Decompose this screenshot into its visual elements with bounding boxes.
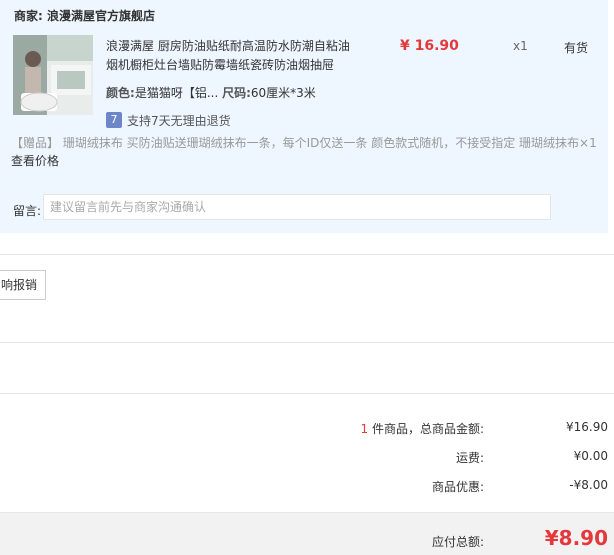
payable-amount: ¥8.90 <box>544 526 608 550</box>
size-value: 60厘米*3米 <box>250 86 316 100</box>
refund-badge-icon: 7 <box>106 112 122 128</box>
total-count-label: 1 件商品，总商品金额: <box>360 422 485 436</box>
item-count: 1 <box>360 422 369 436</box>
item-attributes: 颜色:是猫猫呀【铝... 尺码:60厘米*3米 <box>106 84 316 101</box>
size-label: 尺码: <box>222 86 251 100</box>
color-value: 是猫猫呀【铝... <box>134 86 219 100</box>
goods-total: ¥16.90 <box>566 420 608 434</box>
product-thumbnail[interactable] <box>13 35 93 115</box>
memo-input[interactable] <box>43 194 551 220</box>
discount-amount: -¥8.00 <box>569 478 608 492</box>
shipping-fee: ¥0.00 <box>573 449 608 463</box>
discount-label: 商品优惠: <box>431 480 484 494</box>
product-title[interactable]: 浪漫满屋 厨房防油贴纸耐高温防水防潮自粘油烟机橱柜灶台墙贴防霉墙纸瓷砖防油烟抽屉 <box>106 37 351 75</box>
divider <box>0 393 614 394</box>
store-name[interactable]: 商家: 浪漫满屋官方旗舰店 <box>14 7 155 24</box>
payment-bar <box>0 512 614 555</box>
gift-info: 【赠品】 珊瑚绒抹布 买防油贴送珊瑚绒抹布一条，每个ID仅送一条 颜色款式随机，… <box>11 136 597 168</box>
shipping-label: 运费: <box>455 451 484 465</box>
memo-label: 留言: <box>13 204 42 218</box>
color-label: 颜色: <box>106 86 135 100</box>
divider <box>0 342 614 343</box>
stock-status: 有货 <box>564 41 589 55</box>
payable-label: 应付总额: <box>431 535 484 549</box>
view-price-link[interactable]: 查看价格 <box>11 154 59 168</box>
refund-policy: 支持7天无理由退货 <box>127 114 231 128</box>
item-quantity: x1 <box>513 39 528 53</box>
invoice-button[interactable]: 响报销 <box>0 270 46 300</box>
divider <box>0 254 614 255</box>
item-price: ¥ 16.90 <box>400 38 459 54</box>
